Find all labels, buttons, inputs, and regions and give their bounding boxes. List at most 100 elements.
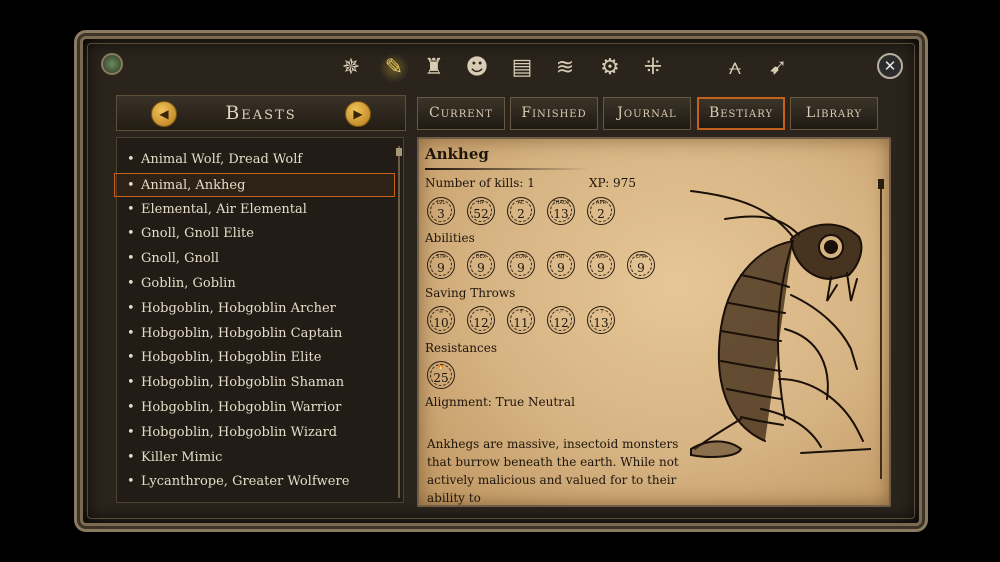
xp-value: XP: 975 [589, 176, 636, 190]
stat-badge: 🔥 25 [427, 361, 455, 389]
gear-icon[interactable]: ⚙ [595, 53, 625, 83]
stat-badge: CON 9 [507, 251, 535, 279]
bullet-icon: • [127, 201, 135, 217]
list-item-label: Goblin, Goblin [141, 276, 236, 291]
stat-label: AC [517, 200, 525, 206]
stat-label: APR [596, 200, 606, 206]
list-item[interactable]: • Hobgoblin, Hobgoblin Elite [117, 346, 395, 370]
top-icon-bar: ✵ ✎ ♜ ☻ ▤ ≋ ⚙ ⁜ ⩜ ➹ [83, 53, 919, 87]
close-button[interactable]: ✕ [877, 53, 903, 79]
tab-library[interactable]: Library [790, 97, 878, 130]
stat-badge: ☽ 13 [587, 306, 615, 334]
abilities-heading: Abilities [425, 231, 475, 245]
stat-value: 13 [593, 316, 609, 330]
sword-quill-icon[interactable]: ➹ [763, 53, 793, 83]
bullet-icon: • [127, 300, 135, 316]
list-item-label: Animal, Ankheg [141, 177, 246, 193]
entry-scrollbar[interactable] [878, 179, 884, 479]
category-title: Beasts [225, 102, 297, 124]
tab-finished[interactable]: Finished [510, 97, 598, 130]
list-scrollbar[interactable] [396, 146, 402, 498]
bullet-icon: • [127, 400, 135, 415]
creature-list: • Animal Wolf, Dread Wolf • Animal, Ankheg •… [114, 137, 404, 503]
stat-label: 🔥 [437, 364, 445, 370]
list-item[interactable]: • Lycanthrope, Greater Wolfwere [117, 470, 395, 494]
stat-value: 9 [517, 261, 525, 275]
stat-label: ☄ [558, 309, 564, 315]
list-item-label: Hobgoblin, Hobgoblin Elite [141, 350, 322, 366]
bullet-icon: • [127, 325, 135, 341]
stat-badge: STR 9 [427, 251, 455, 279]
stat-badge: THAC0 13 [547, 197, 575, 225]
stat-label: CHA [635, 254, 647, 260]
next-category-button[interactable]: ▶ [345, 101, 371, 127]
stat-value: 11 [513, 316, 529, 330]
alignment: Alignment: True Neutral [425, 395, 575, 409]
bullet-icon: • [127, 177, 135, 193]
saving-throws-heading: Saving Throws [425, 286, 516, 300]
kills-count: Number of kills: 1 [425, 176, 535, 190]
party-formation-icon[interactable]: ⁜ [638, 53, 668, 83]
list-item-label: Hobgoblin, Hobgoblin Warrior [141, 400, 342, 415]
bullet-icon: • [127, 350, 135, 366]
bullet-icon: • [127, 226, 135, 242]
tab-current[interactable]: Current [417, 97, 505, 130]
list-item[interactable]: • Animal Wolf, Dread Wolf [117, 148, 395, 172]
tab-journal[interactable]: Journal [603, 97, 691, 130]
armor-icon[interactable]: ♜ [419, 53, 449, 83]
spellbook-icon[interactable]: ▤ [507, 53, 537, 83]
list-item[interactable]: • Elemental, Air Elemental [117, 198, 395, 222]
list-item[interactable]: • Hobgoblin, Hobgoblin Shaman [117, 371, 395, 395]
head-profile-icon[interactable]: ☻ [462, 53, 492, 83]
stat-badge: CHA 9 [627, 251, 655, 279]
list-item-label: Killer Mimic [141, 449, 223, 465]
stat-label: STR [436, 254, 446, 260]
list-item[interactable]: • Hobgoblin, Hobgoblin Warrior [117, 396, 395, 420]
journal-window: ✵ ✎ ♜ ☻ ▤ ≋ ⚙ ⁜ ⩜ ➹ ✕ ◀ Beasts ▶ Current Finished… [80, 36, 922, 526]
stat-value: 9 [477, 261, 485, 275]
eye-rest-icon[interactable]: ⩜ [720, 53, 750, 83]
stat-badge: ☄ 12 [547, 306, 575, 334]
stat-label: HP [477, 200, 485, 206]
category-header: ◀ Beasts ▶ [116, 95, 406, 131]
stat-label: DEX [475, 254, 487, 260]
stat-label: LVL [436, 200, 446, 206]
entry-scrollbar-thumb[interactable] [878, 179, 884, 189]
bullet-icon: • [127, 152, 135, 167]
bullet-icon: • [127, 375, 135, 391]
stat-value: 9 [597, 261, 605, 275]
tab-bestiary[interactable]: Bestiary [697, 97, 785, 130]
list-item-label: Hobgoblin, Hobgoblin Captain [141, 325, 343, 341]
close-icon: ✕ [883, 57, 897, 75]
quill-journal-icon[interactable]: ✎ [379, 53, 409, 83]
list-item[interactable]: • Hobgoblin, Hobgoblin Captain [117, 322, 395, 346]
list-item[interactable]: • Gnoll, Gnoll [117, 247, 395, 271]
bullet-icon: • [127, 251, 135, 267]
list-item-label: Lycanthrope, Greater Wolfwere [141, 474, 350, 490]
stat-value: 3 [437, 207, 445, 221]
list-item[interactable]: • Hobgoblin, Hobgoblin Archer [117, 297, 395, 321]
list-item-label: Elemental, Air Elemental [141, 201, 307, 217]
stat-badge: LVL 3 [427, 197, 455, 225]
map-compass-icon[interactable]: ✵ [336, 53, 366, 83]
stat-label: ✝ [518, 309, 524, 315]
ankheg-illustration [690, 190, 871, 458]
list-item-label: Gnoll, Gnoll Elite [141, 226, 254, 242]
list-scrollbar-thumb[interactable] [396, 148, 402, 156]
creature-description: Ankhegs are massive, insectoid monsters … [427, 437, 679, 505]
stat-badge: DEX 9 [467, 251, 495, 279]
list-item[interactable]: • Animal, Ankheg [114, 172, 395, 197]
stat-value: 9 [557, 261, 565, 275]
list-item[interactable]: • Goblin, Goblin [117, 272, 395, 296]
scroll-icon[interactable]: ≋ [550, 53, 580, 83]
stat-value: 9 [437, 261, 445, 275]
bullet-icon: • [127, 424, 135, 440]
resistances-heading: Resistances [425, 341, 497, 355]
stat-label: ☽ [598, 309, 604, 315]
list-item-label: Hobgoblin, Hobgoblin Shaman [141, 375, 345, 391]
stat-label: ⚚ [478, 309, 484, 315]
list-item[interactable]: • Killer Mimic [117, 446, 395, 470]
list-item[interactable]: • Gnoll, Gnoll Elite [117, 222, 395, 246]
stat-badge: AC 2 [507, 197, 535, 225]
list-item[interactable]: • Hobgoblin, Hobgoblin Wizard [117, 421, 395, 445]
